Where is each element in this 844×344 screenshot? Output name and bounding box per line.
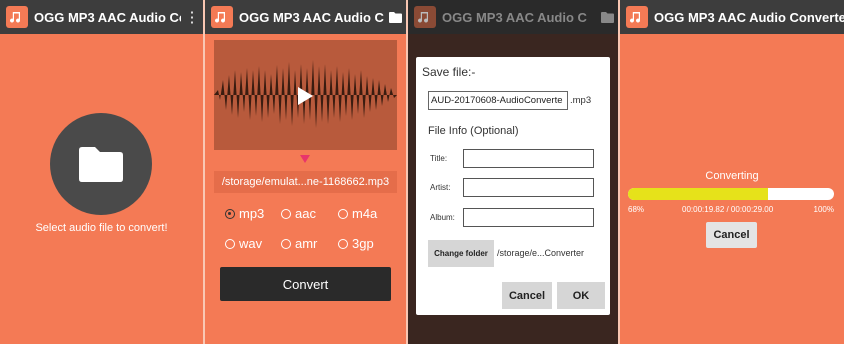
radio-icon <box>281 208 291 219</box>
app-logo-icon <box>6 6 28 28</box>
title-input[interactable] <box>463 149 594 168</box>
format-label: 3gp <box>352 236 374 251</box>
format-option-amr[interactable]: amr <box>281 236 317 251</box>
radio-icon <box>338 238 348 249</box>
format-label: mp3 <box>239 206 265 221</box>
app-logo-icon <box>414 6 436 28</box>
screen-save-dialog: OGG MP3 AAC Audio C Save file:- AUD-2017… <box>408 0 618 344</box>
app-logo-icon <box>626 6 648 28</box>
app-title: OGG MP3 AAC Audio C... <box>239 9 384 25</box>
ok-button[interactable]: OK <box>557 282 605 309</box>
play-icon[interactable] <box>298 87 313 105</box>
progress-time: 00:00:19.82 / 00:00:29.00 <box>682 205 774 214</box>
radio-icon <box>281 238 291 249</box>
progress-percent: 68% <box>628 205 645 214</box>
radio-checked-icon <box>225 208 235 219</box>
screen-format-select: OGG MP3 AAC Audio C... /storage/emulat..… <box>205 0 406 344</box>
screen-select-file: OGG MP3 AAC Audio Conv... ⋮ Select audio… <box>0 0 203 344</box>
app-bar-dimmed: OGG MP3 AAC Audio C <box>408 0 618 34</box>
folder-icon <box>79 147 123 182</box>
format-option-mp3[interactable]: mp3 <box>225 206 264 221</box>
file-path: /storage/emulat...ne-1168662.mp3 <box>214 171 397 193</box>
folder-open-icon <box>596 11 618 23</box>
format-label: amr <box>295 236 318 251</box>
output-folder-path: /storage/e...Converter <box>497 248 585 258</box>
file-info-heading: File Info (Optional) <box>428 125 519 137</box>
format-label: wav <box>239 236 263 251</box>
artist-input[interactable] <box>463 178 594 197</box>
overflow-menu-icon[interactable]: ⋮ <box>181 8 203 26</box>
album-input[interactable] <box>463 208 594 227</box>
waveform-player[interactable] <box>214 40 397 150</box>
convert-button[interactable]: Convert <box>220 267 391 301</box>
dialog-title: Save file:- <box>422 65 476 79</box>
progress-max: 100% <box>813 205 834 214</box>
app-logo-icon <box>211 6 233 28</box>
app-bar: OGG MP3 AAC Audio Converter <box>620 0 844 34</box>
save-file-dialog: Save file:- AUD-20170608-AudioConverte .… <box>416 57 610 315</box>
format-label: m4a <box>352 206 378 221</box>
album-label: Album: <box>430 213 455 222</box>
select-file-prompt: Select audio file to convert! <box>35 222 168 234</box>
screen-converting: OGG MP3 AAC Audio Converter Converting 6… <box>620 0 844 344</box>
filename-input[interactable]: AUD-20170608-AudioConverte <box>428 91 568 110</box>
app-bar: OGG MP3 AAC Audio C... <box>205 0 406 34</box>
app-title: OGG MP3 AAC Audio Conv... <box>34 9 181 25</box>
select-file-button[interactable] <box>50 113 152 215</box>
progress-fill <box>628 188 769 200</box>
conversion-progress-bar <box>628 188 834 200</box>
format-label: aac <box>295 206 316 221</box>
cancel-button[interactable]: Cancel <box>502 282 552 309</box>
converting-status: Converting <box>705 170 759 182</box>
app-bar: OGG MP3 AAC Audio Conv... ⋮ <box>0 0 203 34</box>
file-extension: .mp3 <box>570 95 592 106</box>
radio-icon <box>338 208 348 219</box>
radio-icon <box>225 238 235 249</box>
format-option-aac[interactable]: aac <box>281 206 316 221</box>
artist-label: Artist: <box>430 183 451 192</box>
app-title: OGG MP3 AAC Audio C <box>442 9 587 25</box>
cancel-conversion-button[interactable]: Cancel <box>706 222 757 248</box>
format-option-3gp[interactable]: 3gp <box>338 236 374 251</box>
format-option-wav[interactable]: wav <box>225 236 262 251</box>
change-folder-button[interactable]: Change folder <box>428 240 494 267</box>
app-title: OGG MP3 AAC Audio Converter <box>654 9 844 25</box>
title-label: Title: <box>430 154 448 163</box>
format-option-m4a[interactable]: m4a <box>338 206 377 221</box>
folder-open-icon[interactable] <box>384 11 406 23</box>
position-marker-icon <box>300 155 310 163</box>
